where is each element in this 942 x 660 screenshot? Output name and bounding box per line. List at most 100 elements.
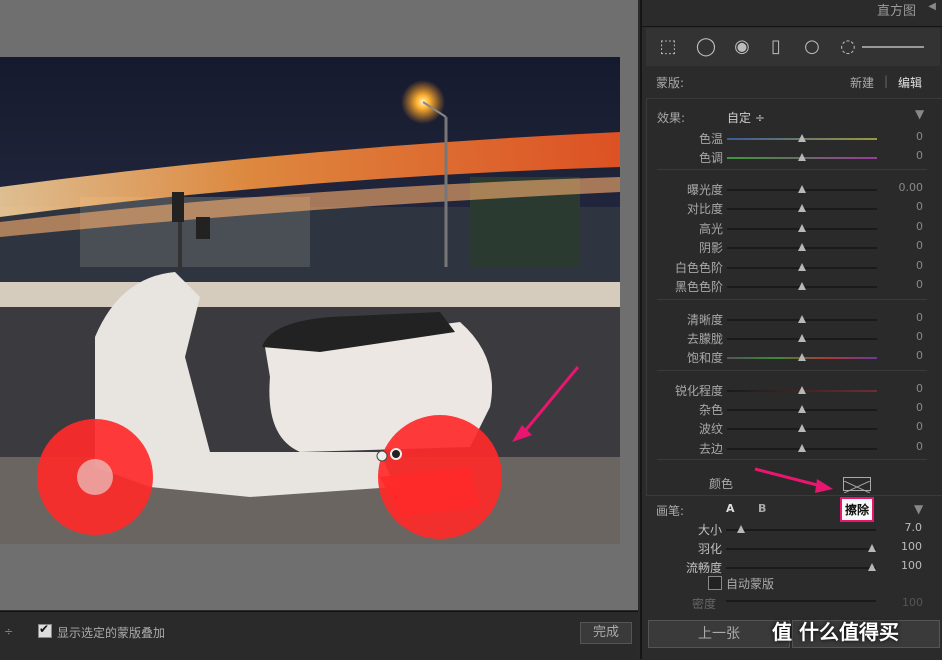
slider-knob[interactable] — [798, 282, 806, 290]
slider-value: 0 — [916, 440, 923, 453]
slider-knob[interactable] — [798, 353, 806, 361]
photo-preview[interactable] — [0, 57, 620, 544]
slider-knob[interactable] — [798, 153, 806, 161]
slider-knob[interactable] — [798, 243, 806, 251]
slider-label: 曝光度 — [686, 183, 723, 197]
divider — [657, 370, 927, 371]
mask-edit-button[interactable]: 编辑 — [898, 74, 922, 91]
toolbar-stepper-icon[interactable]: ÷ — [4, 625, 13, 638]
effect-collapse-icon[interactable]: ▼ — [915, 107, 924, 121]
slider-label: 色调 — [698, 151, 723, 165]
slider-value: 0 — [916, 330, 923, 343]
slider-row[interactable]: 黑色色阶 0 — [647, 277, 942, 296]
brush-slider-label: 流畅度 — [685, 561, 722, 575]
brush-slider-row[interactable]: 流畅度 100 — [646, 558, 942, 577]
brush-erase-button[interactable]: 擦除 — [840, 497, 875, 522]
slider-value: 0 — [916, 239, 923, 252]
brush-slider-track[interactable] — [726, 567, 876, 569]
brush-slider-knob[interactable] — [737, 525, 745, 533]
brush-slider-value: 100 — [901, 540, 922, 553]
slider-knob[interactable] — [798, 424, 806, 432]
slider-row[interactable]: 白色色阶 0 — [647, 258, 942, 277]
brush-slider-value: 7.0 — [904, 521, 923, 534]
brush-section: 画笔: A B 擦除 ▼ 自动蒙版 密度 100 大小 7.0 羽化 100 流畅度 10… — [646, 496, 942, 611]
redeye-icon[interactable]: ◉ — [730, 36, 754, 58]
slider-knob[interactable] — [798, 224, 806, 232]
slider-value: 0 — [916, 349, 923, 362]
brush-slider-track[interactable] — [726, 529, 876, 531]
tool-slider[interactable] — [862, 46, 924, 48]
effect-label: 效果: — [657, 111, 686, 125]
slider-row[interactable]: 锐化程度 0 — [647, 381, 942, 400]
slider-label: 色温 — [698, 132, 723, 146]
slider-value: 0 — [916, 311, 923, 324]
slider-row[interactable]: 清晰度 0 — [647, 310, 942, 329]
slider-row[interactable]: 去边 0 — [647, 439, 942, 458]
slider-label: 清晰度 — [686, 313, 723, 327]
color-label: 颜色 — [709, 477, 734, 491]
slider-row[interactable]: 去朦胧 0 — [647, 329, 942, 348]
histogram-header[interactable]: 直方图 ◀ — [642, 0, 942, 27]
watermark: 值 什么值得买 — [772, 620, 899, 644]
no-color-icon — [843, 480, 871, 494]
slider-label: 杂色 — [698, 403, 723, 417]
adjustment-brush-icon[interactable]: ◌ — [836, 36, 860, 58]
slider-label: 饱和度 — [686, 351, 723, 365]
slider-knob[interactable] — [798, 204, 806, 212]
slider-row[interactable]: 曝光度 0.00 — [647, 180, 942, 199]
radial-filter-icon[interactable]: ○ — [800, 36, 824, 58]
brush-slider-label: 大小 — [697, 523, 722, 537]
slider-label: 去边 — [698, 442, 723, 456]
density-track[interactable] — [726, 600, 876, 602]
prev-photo-button[interactable]: 上一张 — [648, 620, 790, 648]
canvas-area — [0, 0, 638, 610]
brush-slider-track[interactable] — [726, 548, 876, 550]
brush-slider-knob[interactable] — [868, 563, 876, 571]
slider-knob[interactable] — [798, 134, 806, 142]
slider-label: 锐化程度 — [674, 384, 723, 398]
auto-mask-label: 自动蒙版 — [726, 577, 775, 591]
auto-mask-checkbox[interactable] — [708, 576, 722, 590]
slider-value: 0 — [916, 259, 923, 272]
spot-removal-icon[interactable]: ◯ — [694, 36, 718, 58]
slider-row[interactable]: 波纹 0 — [647, 419, 942, 438]
annotation-arrow — [754, 467, 833, 493]
slider-knob[interactable] — [798, 334, 806, 342]
slider-row[interactable]: 饱和度 0 — [647, 348, 942, 367]
slider-label: 黑色色阶 — [674, 280, 723, 294]
slider-knob[interactable] — [798, 263, 806, 271]
slider-value: 0 — [916, 130, 923, 143]
brush-slider-knob[interactable] — [868, 544, 876, 552]
checkmark-icon: ✔ — [39, 622, 50, 636]
density-label: 密度 — [692, 597, 717, 611]
slider-row[interactable]: 高光 0 — [647, 219, 942, 238]
graduated-filter-icon[interactable]: ▯ — [764, 36, 788, 58]
slider-row[interactable]: 色调 0 — [647, 148, 942, 167]
slider-row[interactable]: 色温 0 — [647, 129, 942, 148]
brush-a-button[interactable]: A — [726, 502, 735, 515]
brush-b-button[interactable]: B — [758, 502, 766, 515]
color-swatch[interactable] — [843, 477, 871, 494]
slider-row[interactable]: 对比度 0 — [647, 199, 942, 218]
overlay-label: 显示选定的蒙版叠加 — [57, 626, 166, 640]
slider-row[interactable]: 阴影 0 — [647, 238, 942, 257]
slider-knob[interactable] — [798, 444, 806, 452]
bottom-toolbar: ÷ ✔ 显示选定的蒙版叠加 完成 — [0, 611, 638, 660]
slider-knob[interactable] — [798, 185, 806, 193]
slider-knob[interactable] — [798, 315, 806, 323]
tool-strip: ⬚ ◯ ◉ ▯ ○ ◌ — [646, 28, 940, 67]
slider-knob[interactable] — [798, 386, 806, 394]
mask-new-button[interactable]: 新建 — [850, 74, 874, 91]
crop-tool-icon[interactable]: ⬚ — [656, 36, 680, 58]
divider — [657, 169, 927, 170]
brush-collapse-icon[interactable]: ▼ — [914, 502, 923, 516]
done-button[interactable]: 完成 — [580, 622, 632, 644]
brush-slider-row[interactable]: 大小 7.0 — [646, 520, 942, 539]
slider-value: 0 — [916, 401, 923, 414]
brush-slider-row[interactable]: 羽化 100 — [646, 539, 942, 558]
effect-preset-select[interactable]: 自定 ÷ — [727, 109, 765, 126]
mask-label: 蒙版: — [656, 76, 685, 90]
slider-row[interactable]: 杂色 0 — [647, 400, 942, 419]
collapse-triangle-icon[interactable]: ◀ — [928, 1, 936, 12]
slider-knob[interactable] — [798, 405, 806, 413]
